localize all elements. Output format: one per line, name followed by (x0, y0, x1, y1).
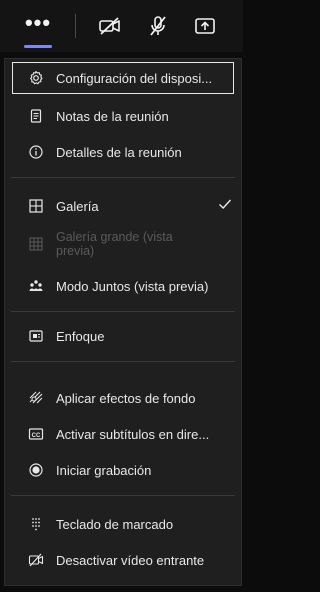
large-gallery-icon (26, 234, 46, 254)
menu-item-label: Teclado de marcado (56, 516, 174, 532)
menu-item-label: Enfoque (56, 328, 105, 344)
svg-text:CC: CC (32, 433, 41, 439)
menu-item-together-mode[interactable]: Modo Juntos (vista previa) (5, 269, 241, 303)
menu-item-large-gallery: Galería grande (vista previa) (5, 225, 241, 263)
toolbar-divider (75, 14, 76, 38)
gear-icon (26, 68, 46, 88)
menu-item-turn-off-incoming-video[interactable]: Desactivar vídeo entrante (5, 543, 241, 577)
menu-item-label: Aplicar efectos de fondo (56, 390, 196, 406)
menu-item-live-captions[interactable]: CC Activar subtítulos en dire... (5, 417, 241, 451)
menu-separator (11, 495, 235, 496)
background-effects-icon (26, 388, 46, 408)
info-icon (26, 142, 46, 162)
camera-toggle-button[interactable] (90, 8, 130, 44)
more-actions-button[interactable]: ••• (18, 8, 58, 48)
menu-item-label: Modo Juntos (vista previa) (56, 278, 209, 294)
camera-off-icon (99, 17, 120, 35)
menu-item-label: Detalles de la reunión (56, 144, 182, 160)
menu-item-label: Desactivar vídeo entrante (56, 552, 205, 568)
gallery-icon (26, 196, 46, 216)
menu-item-start-recording[interactable]: Iniciar grabación (5, 453, 241, 487)
share-tray-icon (195, 18, 215, 34)
menu-item-label: Galería (56, 198, 99, 214)
notes-icon (26, 106, 46, 126)
meeting-toolbar: ••• (0, 0, 243, 52)
captions-icon: CC (26, 424, 46, 444)
menu-separator (11, 177, 235, 178)
checkmark-icon (219, 199, 232, 209)
menu-item-gallery[interactable]: Galería (5, 189, 241, 223)
menu-item-label: Galería grande (vista previa) (56, 230, 173, 258)
menu-item-meeting-details[interactable]: Detalles de la reunión (5, 135, 241, 169)
menu-item-dial-pad[interactable]: Teclado de marcado (5, 507, 241, 541)
menu-separator (11, 311, 235, 312)
more-dots-icon: ••• (24, 10, 52, 35)
mic-off-icon (150, 16, 166, 36)
menu-item-focus[interactable]: Enfoque (5, 319, 241, 353)
menu-separator (11, 361, 235, 362)
menu-item-background-effects[interactable]: Aplicar efectos de fondo (5, 381, 241, 415)
menu-item-label: Notas de la reunión (56, 108, 169, 124)
menu-item-label: Configuración del disposi... (56, 70, 213, 86)
focus-icon (26, 326, 46, 346)
menu-item-meeting-notes[interactable]: Notas de la reunión (5, 99, 241, 133)
together-mode-icon (26, 276, 46, 296)
record-icon (26, 460, 46, 480)
incoming-video-off-icon (26, 550, 46, 570)
share-content-button[interactable] (185, 8, 225, 44)
menu-item-device-settings[interactable]: Configuración del disposi... (11, 61, 235, 95)
menu-item-label: Iniciar grabación (56, 462, 152, 478)
dialpad-icon (26, 514, 46, 534)
microphone-toggle-button[interactable] (138, 8, 178, 44)
active-indicator (24, 45, 52, 48)
more-actions-menu: Configuración del disposi... Notas de la… (4, 58, 242, 586)
menu-item-label: Activar subtítulos en dire... (56, 426, 210, 442)
